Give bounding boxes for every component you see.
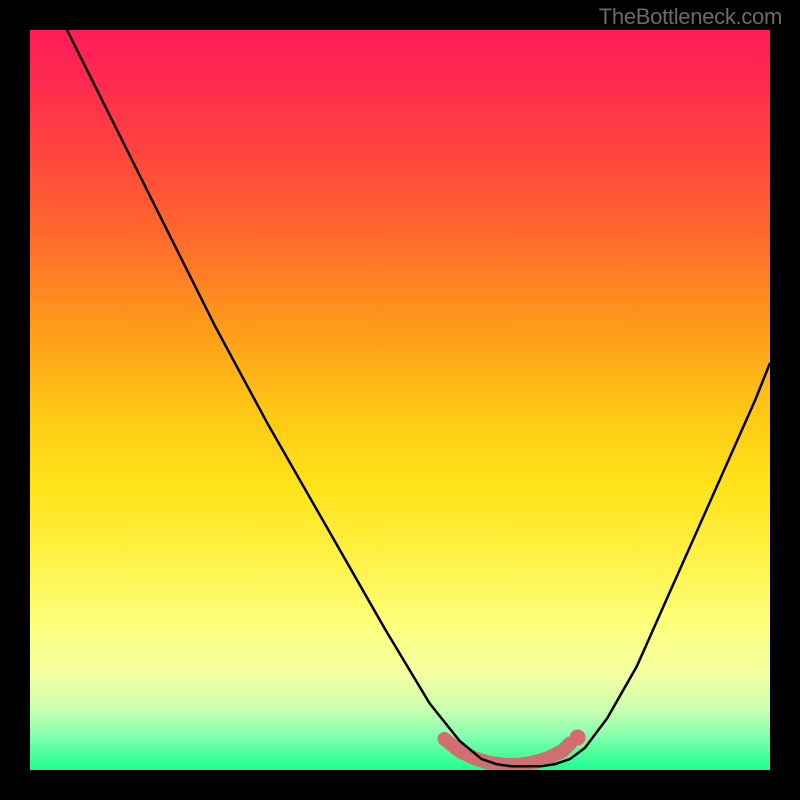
chart-plot-area <box>30 30 770 770</box>
watermark-text: TheBottleneck.com <box>599 4 782 30</box>
chart-svg <box>30 30 770 770</box>
chart-marker-dot <box>570 729 586 745</box>
chart-main-curve <box>67 30 770 766</box>
